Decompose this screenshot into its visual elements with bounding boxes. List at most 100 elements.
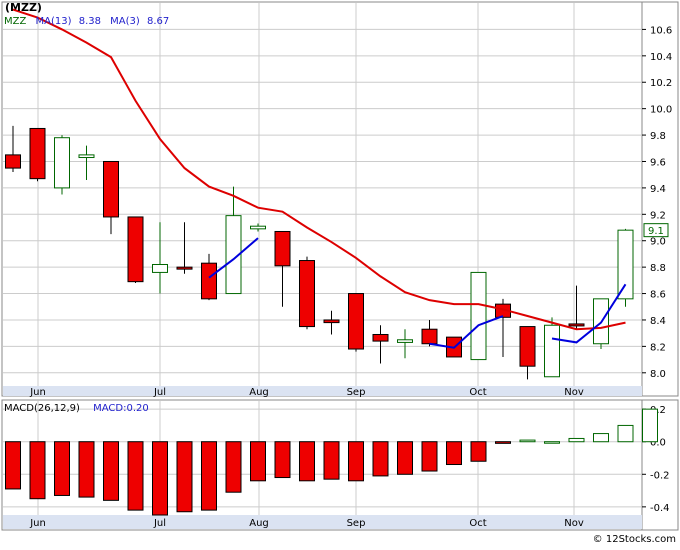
candle bbox=[470, 271, 487, 361]
price-x-tick-label: Aug bbox=[249, 387, 269, 398]
macd-bar bbox=[617, 424, 634, 443]
candle bbox=[348, 293, 364, 352]
macd-title: MACD(26,12,9) bbox=[4, 403, 80, 414]
chart-container: 8.0 8.2 8.4 8.6 8.8 9.0 9.2 9.4 9.6 9.8 10.0 10.2 10… bbox=[0, 0, 680, 546]
macd-bar bbox=[323, 441, 340, 480]
candle-body bbox=[274, 230, 291, 267]
candle bbox=[127, 216, 144, 283]
price-y-tick-label: 8.8 bbox=[650, 263, 666, 274]
candle-body bbox=[617, 229, 634, 300]
price-y-tick-label: 9.0 bbox=[650, 237, 666, 248]
macd-bar bbox=[470, 441, 487, 462]
price-y-tick-label: 10.6 bbox=[650, 25, 672, 36]
macd-y-tick-label: -0.2 bbox=[650, 470, 670, 481]
macd-label: MACD bbox=[93, 403, 123, 414]
price-x-tick-label: Oct bbox=[469, 387, 486, 398]
price-y-tick-label: 8.0 bbox=[650, 369, 666, 380]
macd-y-tick-label: -0.4 bbox=[650, 503, 670, 514]
legend-symbol: MZZ bbox=[4, 16, 26, 27]
candle-body bbox=[201, 262, 217, 300]
price-y-tick-label: 10.4 bbox=[650, 52, 672, 63]
macd-date-strip bbox=[3, 515, 642, 529]
price-y-tick-label: 8.6 bbox=[650, 290, 666, 301]
macd-bar bbox=[201, 441, 217, 511]
macd-x-tick-label: Nov bbox=[564, 518, 584, 529]
macd-bar bbox=[348, 441, 364, 482]
macd-bar bbox=[274, 441, 291, 479]
candle-body bbox=[176, 266, 193, 270]
macd-bar bbox=[127, 441, 144, 511]
footer-credit: © 12Stocks.com bbox=[593, 534, 676, 545]
candle-body bbox=[29, 127, 46, 180]
macd-panel bbox=[1, 399, 643, 531]
macd-bar bbox=[5, 441, 21, 490]
macd-x-tick-label: Aug bbox=[249, 518, 269, 529]
macd-bar bbox=[593, 433, 609, 443]
candle bbox=[593, 298, 609, 350]
candle bbox=[299, 256, 315, 330]
macd-x-tick-label: Oct bbox=[469, 518, 486, 529]
candle-body bbox=[78, 154, 95, 159]
candle-body bbox=[127, 216, 144, 283]
candle-body bbox=[5, 154, 21, 169]
candle-body bbox=[397, 339, 413, 343]
legend-ma3-label: MA(3) bbox=[110, 16, 140, 27]
price-y-tick-label: 10.0 bbox=[650, 105, 672, 116]
candle-body bbox=[568, 323, 585, 327]
macd-value: 0.20 bbox=[127, 403, 149, 414]
candle-body bbox=[470, 271, 487, 361]
macd-bar bbox=[495, 441, 511, 444]
macd-bar bbox=[519, 439, 536, 443]
price-y-tick-label: 8.2 bbox=[650, 342, 666, 353]
candle bbox=[544, 317, 560, 378]
price-x-tick-label: Nov bbox=[564, 387, 584, 398]
candle-body bbox=[372, 333, 389, 342]
macd-x-tick-label: Jun bbox=[29, 518, 46, 529]
legend-ma13-value: 8.38 bbox=[79, 16, 101, 27]
macd-bar bbox=[544, 441, 560, 444]
candle-body bbox=[323, 319, 340, 324]
macd-bar bbox=[54, 441, 70, 496]
candle-body bbox=[103, 160, 119, 218]
candle bbox=[54, 135, 70, 195]
macd-bar bbox=[103, 441, 119, 501]
candle bbox=[617, 228, 634, 307]
macd-bar bbox=[642, 408, 658, 443]
candle-body bbox=[299, 260, 315, 328]
price-y-tick-label: 8.4 bbox=[650, 316, 666, 327]
candle-body bbox=[519, 326, 536, 367]
macd-bar bbox=[152, 441, 168, 516]
macd-bar bbox=[299, 441, 315, 482]
candle-body bbox=[421, 328, 438, 345]
price-y-tick-label: 9.8 bbox=[650, 131, 666, 142]
macd-legend: MACD(26,12,9) MACD:0.20 bbox=[4, 403, 149, 414]
candle-body bbox=[54, 137, 70, 189]
macd-bar bbox=[29, 441, 46, 500]
price-x-tick-label: Sep bbox=[347, 387, 366, 398]
macd-bar bbox=[372, 441, 389, 477]
stock-chart: 8.0 8.2 8.4 8.6 8.8 9.0 9.2 9.4 9.6 9.8 10.0 10.2 10… bbox=[1, 1, 679, 545]
price-y-tick-label: 10.2 bbox=[650, 78, 672, 89]
price-y-tick-label: 9.2 bbox=[650, 210, 666, 221]
macd-x-tick-label: Jul bbox=[153, 518, 166, 529]
legend-ma13-label: MA(13) bbox=[36, 16, 72, 27]
price-x-tick-label: Jun bbox=[29, 387, 46, 398]
legend-ma3-value: 8.67 bbox=[147, 16, 169, 27]
macd-bar bbox=[568, 437, 585, 443]
macd-bar bbox=[250, 441, 266, 482]
macd-bar bbox=[225, 441, 242, 493]
price-x-tick-label: Jul bbox=[153, 387, 166, 398]
price-tag-label: 9.1 bbox=[648, 226, 664, 237]
chart-title: (MZZ) bbox=[5, 1, 42, 14]
candle bbox=[29, 127, 46, 182]
macd-bar bbox=[78, 441, 95, 498]
macd-bar bbox=[176, 441, 193, 513]
macd-bar bbox=[421, 441, 438, 472]
price-y-tick-label: 9.6 bbox=[650, 157, 666, 168]
price-tag: 9.1 bbox=[643, 223, 669, 238]
candle-body bbox=[348, 293, 364, 350]
price-date-strip bbox=[3, 386, 642, 396]
candle-body bbox=[250, 225, 266, 230]
macd-bar bbox=[397, 441, 413, 475]
macd-x-tick-label: Sep bbox=[347, 518, 366, 529]
